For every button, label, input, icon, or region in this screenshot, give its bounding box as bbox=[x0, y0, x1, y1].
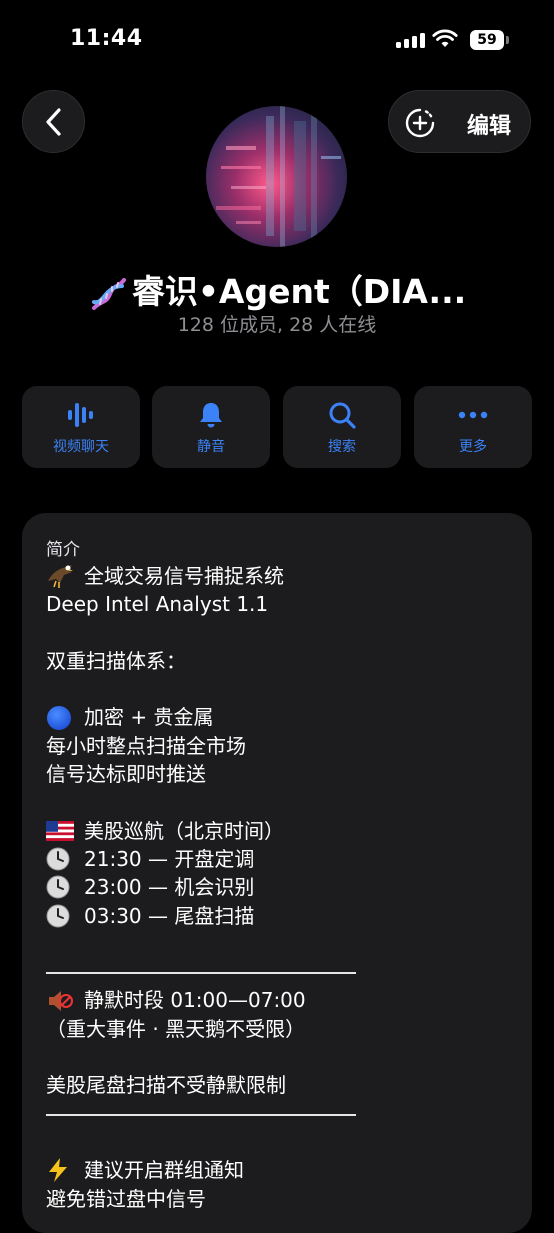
group-name: 睿识•Agent（DIA... bbox=[131, 272, 467, 311]
divider-line bbox=[46, 1100, 516, 1128]
intro-line-text: 双重扫描体系： bbox=[46, 648, 186, 673]
us-flag-emoji bbox=[46, 818, 74, 844]
intro-line-text: 美股尾盘扫描不受静默限制 bbox=[46, 1073, 286, 1098]
clock-icon bbox=[46, 847, 70, 871]
intro-line-text: 03:30 — 尾盘扫描 bbox=[84, 903, 255, 928]
action-bar: 视频聊天 静音 搜索 更多 bbox=[22, 386, 532, 468]
video-chat-label: 视频聊天 bbox=[53, 439, 109, 455]
intro-text: 全域交易信号捕捉系统 Deep Intel Analyst 1.1 双重扫描体系： 加… bbox=[46, 562, 516, 1213]
search-label: 搜索 bbox=[328, 439, 356, 455]
clock-icon bbox=[46, 904, 70, 928]
us-flag-icon bbox=[46, 820, 74, 841]
chevron-left-icon bbox=[45, 107, 61, 136]
intro-line-text: 信号达标即时推送 bbox=[46, 762, 206, 787]
intro-line: 美股尾盘扫描不受静默限制 bbox=[46, 1071, 516, 1099]
intro-line-text: 21:30 — 开盘定调 bbox=[84, 846, 255, 871]
more-button[interactable]: 更多 bbox=[414, 386, 532, 468]
intro-line: 美股巡航（北京时间） bbox=[46, 817, 516, 845]
intro-line-text: （重大事件 · 黑天鹅不受限） bbox=[46, 1016, 306, 1041]
intro-line-text: 避免错过盘中信号 bbox=[46, 1186, 206, 1211]
wifi-icon bbox=[432, 29, 458, 47]
back-button[interactable] bbox=[22, 90, 85, 153]
battery-icon: 59 bbox=[470, 30, 504, 50]
lightning-emoji bbox=[46, 1157, 74, 1183]
intro-line bbox=[46, 1043, 516, 1071]
intro-line-text: 静默时段 01:00—07:00 bbox=[84, 988, 306, 1013]
muted-speaker-emoji bbox=[46, 988, 74, 1014]
intro-line bbox=[46, 788, 516, 816]
add-shortcut-icon bbox=[405, 108, 435, 138]
intro-heading: 简介 bbox=[46, 540, 80, 560]
clock-icon bbox=[46, 875, 70, 899]
lightning-icon bbox=[49, 1158, 67, 1183]
dna-icon bbox=[91, 277, 126, 310]
blue-circle-icon bbox=[47, 705, 71, 730]
member-count: 128 位成员, 28 人在线 bbox=[177, 314, 377, 336]
more-label: 更多 bbox=[459, 439, 487, 455]
edit-label: 编辑 bbox=[467, 114, 512, 139]
eagle-emoji bbox=[46, 563, 74, 589]
intro-line: 21:30 — 开盘定调 bbox=[46, 845, 516, 873]
blue-circle-emoji bbox=[46, 705, 74, 731]
muted-speaker-icon bbox=[49, 990, 73, 1011]
intro-line-text: 建议开启群组通知 bbox=[84, 1158, 244, 1183]
intro-line: 全域交易信号捕捉系统 bbox=[46, 562, 516, 590]
intro-line bbox=[46, 930, 516, 958]
intro-line-text: 23:00 — 机会识别 bbox=[84, 875, 255, 900]
status-bar: 11:44 59 bbox=[0, 0, 554, 80]
intro-line: Deep Intel Analyst 1.1 bbox=[46, 590, 516, 618]
edit-button[interactable]: 编辑 bbox=[388, 90, 531, 153]
intro-line: 03:30 — 尾盘扫描 bbox=[46, 902, 516, 930]
intro-line-text: 每小时整点扫描全市场 bbox=[46, 733, 246, 758]
group-title: 睿识•Agent（DIA... bbox=[0, 265, 554, 314]
bell-icon bbox=[200, 403, 222, 428]
search-button[interactable]: 搜索 bbox=[283, 386, 401, 468]
waveform-icon bbox=[68, 403, 93, 427]
intro-line-text: 加密 + 贵金属 bbox=[84, 705, 214, 730]
battery-tip bbox=[506, 36, 509, 44]
clock-emoji bbox=[46, 874, 74, 900]
intro-line-text: 美股巡航（北京时间） bbox=[84, 818, 284, 843]
intro-line: 23:00 — 机会识别 bbox=[46, 873, 516, 901]
intro-line-text: Deep Intel Analyst 1.1 bbox=[46, 592, 269, 617]
video-chat-button[interactable]: 视频聊天 bbox=[22, 386, 140, 468]
intro-line bbox=[46, 1128, 516, 1156]
cellular-signal-icon bbox=[396, 32, 425, 48]
intro-line: 避免错过盘中信号 bbox=[46, 1185, 516, 1213]
group-avatar[interactable] bbox=[206, 106, 347, 247]
intro-line: 建议开启群组通知 bbox=[46, 1156, 516, 1184]
intro-line: （重大事件 · 黑天鹅不受限） bbox=[46, 1015, 516, 1043]
more-dots-icon bbox=[458, 411, 488, 419]
eagle-icon bbox=[48, 565, 73, 589]
intro-line: 加密 + 贵金属 bbox=[46, 703, 516, 731]
intro-line bbox=[46, 675, 516, 703]
divider-line bbox=[46, 958, 516, 986]
intro-line-text: 全域交易信号捕捉系统 bbox=[84, 564, 284, 588]
status-time: 11:44 bbox=[70, 26, 143, 51]
mute-button[interactable]: 静音 bbox=[152, 386, 270, 468]
intro-line bbox=[46, 619, 516, 647]
intro-card: 简介 全域交易信号捕捉系统 Deep Intel Analyst 1.1 双重扫描体… bbox=[22, 513, 532, 1233]
intro-line: 信号达标即时推送 bbox=[46, 760, 516, 788]
intro-line: 每小时整点扫描全市场 bbox=[46, 732, 516, 760]
avatar-image bbox=[206, 106, 347, 247]
clock-emoji bbox=[46, 903, 74, 929]
intro-line: 双重扫描体系： bbox=[46, 647, 516, 675]
mute-label: 静音 bbox=[197, 439, 225, 455]
intro-line: 静默时段 01:00—07:00 bbox=[46, 986, 516, 1014]
search-icon bbox=[329, 402, 356, 429]
clock-emoji bbox=[46, 846, 74, 872]
